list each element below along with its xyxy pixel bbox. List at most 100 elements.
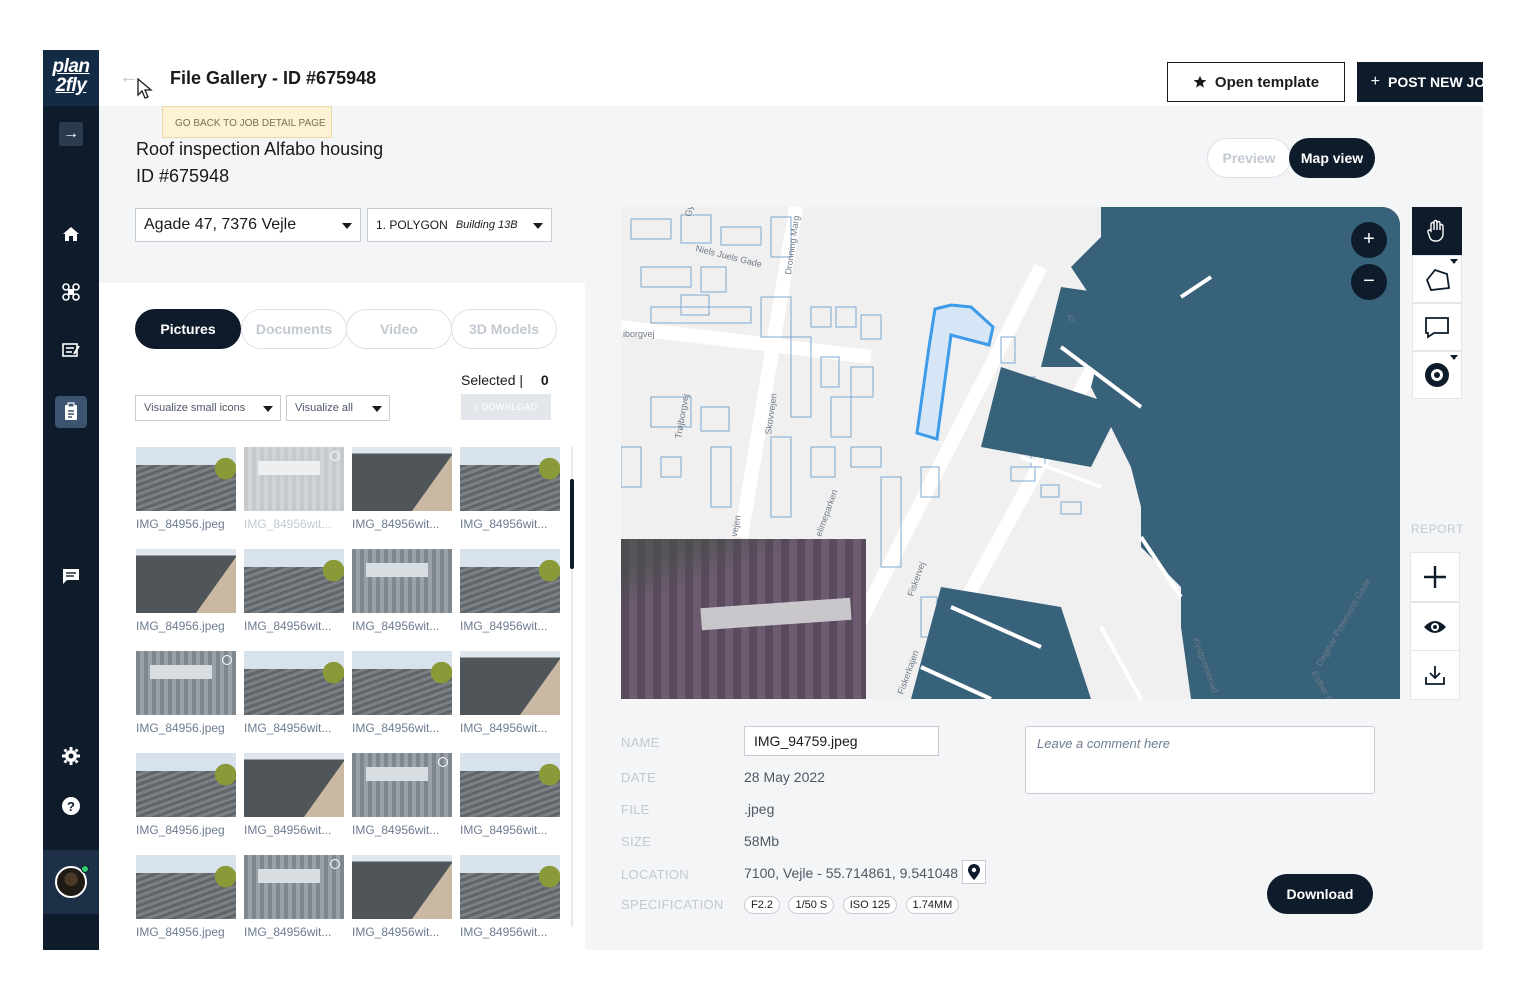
- location-pin-button[interactable]: [962, 860, 986, 884]
- thumbnail-image[interactable]: [352, 651, 452, 715]
- thumbnail-image[interactable]: [460, 651, 560, 715]
- zoom-in-button[interactable]: +: [1351, 222, 1387, 258]
- thumbnail-image[interactable]: [460, 753, 560, 817]
- pan-tool[interactable]: [1412, 207, 1462, 255]
- clipboard-icon[interactable]: [55, 396, 87, 428]
- select-circle-icon[interactable]: [438, 757, 448, 767]
- thumbnail-item[interactable]: IMG_84956wit...: [352, 549, 452, 633]
- polygon-tool[interactable]: [1412, 255, 1462, 303]
- thumbnail-image[interactable]: [136, 651, 236, 715]
- tab-documents[interactable]: Documents: [241, 309, 347, 349]
- comment-tool[interactable]: [1412, 303, 1462, 351]
- logo-line-1: plan: [52, 56, 90, 77]
- thumbnail-image[interactable]: [460, 447, 560, 511]
- thumbnail-image[interactable]: [460, 855, 560, 919]
- back-tooltip: GO BACK TO JOB DETAIL PAGE: [162, 106, 332, 138]
- thumbnail-image[interactable]: [460, 549, 560, 613]
- post-new-job-button[interactable]: + POST NEW JOB: [1357, 62, 1483, 102]
- thumbnail-item[interactable]: IMG_84956wit...: [460, 855, 560, 939]
- photo-preview-overlay[interactable]: [621, 539, 866, 699]
- job-heading: Roof inspection Alfabo housing ID #67594…: [136, 136, 383, 190]
- thumbnail-item[interactable]: IMG_84956wit...: [244, 549, 344, 633]
- thumbnail-image[interactable]: [244, 753, 344, 817]
- jobs-icon[interactable]: [55, 334, 87, 366]
- thumbnail-item[interactable]: IMG_84956wit...: [244, 651, 344, 735]
- polygon-label: 1. POLYGON: [376, 218, 448, 232]
- back-arrow-icon[interactable]: ←: [119, 66, 139, 89]
- download-button[interactable]: Download: [1267, 874, 1373, 914]
- preview-toggle[interactable]: Preview: [1207, 138, 1291, 178]
- tab-video[interactable]: Video: [346, 309, 452, 349]
- street-label-fiskervej: Fiskervej: [905, 560, 927, 597]
- report-download-button[interactable]: [1410, 650, 1460, 700]
- comment-textarea[interactable]: Leave a comment here: [1025, 726, 1375, 794]
- visualize-size-select[interactable]: Visualize small icons: [135, 395, 281, 421]
- chat-icon[interactable]: [55, 560, 87, 592]
- thumbnail-image[interactable]: [244, 855, 344, 919]
- map-view[interactable]: Niels Juels Gade Dronning Marg Skovvejen…: [621, 207, 1400, 699]
- app-logo[interactable]: plan 2fly: [43, 50, 99, 106]
- map-pin-icon: [968, 864, 980, 880]
- open-template-button[interactable]: Open template: [1167, 62, 1345, 102]
- help-icon[interactable]: ?: [55, 790, 87, 822]
- thumbnail-item[interactable]: IMG_84956wit...: [460, 753, 560, 837]
- thumbnail-item[interactable]: IMG_84956wit...: [460, 651, 560, 735]
- hand-icon: [1427, 219, 1444, 242]
- report-add-button[interactable]: [1410, 552, 1460, 602]
- visualize-filter-value: Visualize all: [295, 402, 353, 414]
- thumbnail-image[interactable]: [244, 651, 344, 715]
- street-label-gyl: Gyl: [683, 207, 695, 217]
- target-tool[interactable]: [1412, 351, 1462, 399]
- select-circle-icon[interactable]: [330, 451, 340, 461]
- address-select[interactable]: Agade 47, 7376 Vejle: [135, 208, 361, 242]
- thumbnail-name: IMG_84956wit...: [352, 721, 440, 735]
- report-view-button[interactable]: [1410, 602, 1460, 652]
- thumbnail-image[interactable]: [352, 855, 452, 919]
- visualize-filter-select[interactable]: Visualize all: [286, 395, 390, 421]
- thumbnail-item[interactable]: IMG_84956wit...: [352, 855, 452, 939]
- thumbnail-image[interactable]: [244, 447, 344, 511]
- thumbnail-item[interactable]: IMG_84956wit...: [352, 753, 452, 837]
- thumbnail-image[interactable]: [136, 753, 236, 817]
- drone-icon[interactable]: [55, 276, 87, 308]
- thumbnail-image[interactable]: [136, 447, 236, 511]
- home-icon[interactable]: [55, 218, 87, 250]
- download-selected-button[interactable]: ⤓ DOWNLOAD: [461, 394, 551, 420]
- location-value: 7100, Vejle - 55.714861, 9.541048: [744, 865, 959, 881]
- thumbnail-item[interactable]: IMG_84956.jpeg: [136, 855, 236, 939]
- zoom-out-button[interactable]: −: [1351, 264, 1387, 300]
- select-circle-icon[interactable]: [222, 655, 232, 665]
- thumbnail-image[interactable]: [352, 753, 452, 817]
- thumbnail-item[interactable]: IMG_84956wit...: [460, 549, 560, 633]
- thumbnail-image[interactable]: [136, 549, 236, 613]
- thumbnail-item[interactable]: IMG_84956wit...: [352, 447, 452, 531]
- thumbnail-item[interactable]: IMG_84956wit...: [244, 855, 344, 939]
- tab-pictures[interactable]: Pictures: [135, 309, 241, 349]
- thumbnail-item[interactable]: IMG_84956.jpeg: [136, 549, 236, 633]
- street-label-trojborgvej: Trøjborgvej: [673, 393, 691, 439]
- thumbnail-image[interactable]: [352, 447, 452, 511]
- thumbnail-item[interactable]: IMG_84956wit...: [460, 447, 560, 531]
- tab-3d-models[interactable]: 3D Models: [451, 309, 557, 349]
- thumbnail-image[interactable]: [352, 549, 452, 613]
- scrollbar-thumb[interactable]: [570, 479, 574, 569]
- thumbnail-item[interactable]: IMG_84956.jpeg: [136, 447, 236, 531]
- report-label: REPORT: [1411, 522, 1464, 536]
- chevron-down-icon: [1450, 355, 1458, 360]
- map-view-toggle[interactable]: Map view: [1289, 138, 1375, 178]
- expand-sidebar-button[interactable]: →: [59, 122, 83, 146]
- thumbnail-item[interactable]: IMG_84956wit...: [244, 753, 344, 837]
- thumbnail-item[interactable]: IMG_84956wit...: [244, 447, 344, 531]
- select-circle-icon[interactable]: [330, 859, 340, 869]
- thumbnail-item[interactable]: IMG_84956wit...: [352, 651, 452, 735]
- gallery-panel: Pictures Documents Video 3D Models Selec…: [99, 283, 585, 950]
- chevron-down-icon: [533, 223, 543, 229]
- settings-icon[interactable]: [55, 740, 87, 772]
- thumbnail-image[interactable]: [136, 855, 236, 919]
- thumbnail-item[interactable]: IMG_84956.jpeg: [136, 651, 236, 735]
- thumbnail-image[interactable]: [244, 549, 344, 613]
- polygon-select[interactable]: 1. POLYGON Building 13B: [367, 208, 552, 242]
- thumbnail-item[interactable]: IMG_84956.jpeg: [136, 753, 236, 837]
- job-id: ID #675948: [136, 166, 230, 186]
- file-name-field[interactable]: IMG_94759.jpeg: [744, 726, 939, 756]
